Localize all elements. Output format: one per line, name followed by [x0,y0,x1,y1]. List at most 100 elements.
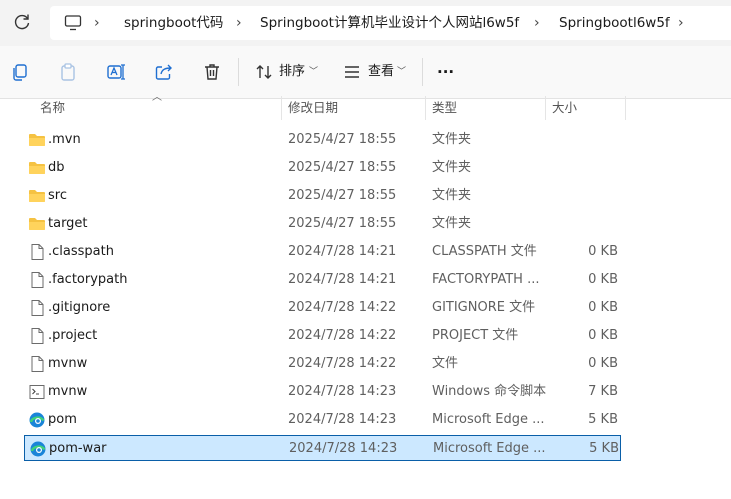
file-row[interactable]: .factorypath 2024/7/28 14:21 FACTORYPATH .… [24,267,621,293]
column-divider[interactable] [545,96,546,120]
file-name: .factorypath [48,272,128,287]
share-icon[interactable] [154,62,174,82]
sort-icon[interactable] [254,62,274,82]
file-size: 5 KB [589,441,619,456]
chevron-down-icon[interactable]: ﹀ [309,46,318,98]
file-name: pom-war [49,441,107,456]
column-header: 名称 修改日期 类型 大小 [0,96,731,120]
file-icon [28,355,46,373]
column-header-name[interactable]: 名称 [40,96,65,120]
breadcrumb-item[interactable]: Springboot计算机毕业设计个人网站l6w5f [260,6,519,40]
toolbar-divider [238,58,239,86]
breadcrumb-chevron-icon[interactable]: › [678,6,684,40]
file-date: 2024/7/28 14:23 [288,412,397,427]
edge-icon [29,440,47,458]
file-size [550,127,618,153]
file-name: .classpath [48,244,114,259]
view-icon[interactable] [342,62,362,82]
delete-icon[interactable] [202,62,222,82]
file-icon [28,271,46,289]
file-name: mvnw [48,384,88,399]
toolbar-divider [422,58,423,86]
breadcrumb-chevron-icon[interactable]: › [534,6,540,40]
command-bar: 排序 ﹀ 查看 ﹀ ··· [0,46,731,99]
refresh-icon[interactable] [12,12,32,32]
file-size: 0 KB [588,356,618,371]
breadcrumb-item[interactable]: Springbootl6w5f [559,6,670,40]
file-row[interactable]: .mvn 2025/4/27 18:55 文件夹 [24,127,621,153]
column-header-type[interactable]: 类型 [432,96,457,120]
file-name: mvnw [48,356,88,371]
folder-icon [28,131,46,149]
this-pc-icon[interactable] [64,15,82,31]
column-header-date[interactable]: 修改日期 [288,96,338,120]
file-type: 文件夹 [432,188,472,203]
file-row-selected[interactable]: pom-war 2024/7/28 14:23 Microsoft Edge ...… [24,435,621,461]
file-row[interactable]: mvnw 2024/7/28 14:23 Windows 命令脚本 7 KB [24,379,621,405]
file-name: .gitignore [48,300,111,315]
file-date: 2024/7/28 14:23 [289,441,398,456]
file-date: 2024/7/28 14:23 [288,384,397,399]
folder-icon [28,187,46,205]
file-size: 0 KB [588,328,618,343]
file-size [550,211,618,237]
file-size [550,155,618,181]
file-row[interactable]: .classpath 2024/7/28 14:21 CLASSPATH 文件 0 K… [24,239,621,265]
folder-icon [28,159,46,177]
file-size: 0 KB [588,244,618,259]
sort-button-label[interactable]: 排序 [279,46,305,98]
more-options-button[interactable]: ··· [437,46,454,98]
file-date: 2025/4/27 18:55 [288,216,397,231]
file-type: GITIGNORE 文件 [432,300,536,315]
file-row[interactable]: target 2025/4/27 18:55 文件夹 [24,211,621,237]
file-type: Windows 命令脚本 [432,384,547,399]
file-type: Microsoft Edge ... [433,441,546,456]
file-type: 文件夹 [432,160,472,175]
file-date: 2024/7/28 14:22 [288,328,397,343]
file-size: 0 KB [588,300,618,315]
file-date: 2024/7/28 14:22 [288,300,397,315]
breadcrumb-chevron-icon[interactable]: › [94,6,100,40]
file-size: 5 KB [588,412,618,427]
file-type: PROJECT 文件 [432,328,519,343]
paste-icon[interactable] [58,62,78,82]
rename-icon[interactable] [106,62,126,82]
file-row[interactable]: src 2025/4/27 18:55 文件夹 [24,183,621,209]
column-divider[interactable] [625,96,626,120]
file-row[interactable]: .project 2024/7/28 14:22 PROJECT 文件 0 KB [24,323,621,349]
file-date: 2025/4/27 18:55 [288,188,397,203]
file-row[interactable]: .gitignore 2024/7/28 14:22 GITIGNORE 文件 0 K… [24,295,621,321]
file-row[interactable]: db 2025/4/27 18:55 文件夹 [24,155,621,181]
file-date: 2024/7/28 14:21 [288,244,397,259]
file-name: target [48,216,88,231]
file-name: db [48,160,65,175]
file-date: 2024/7/28 14:22 [288,356,397,371]
file-size: 7 KB [588,384,618,399]
file-size [550,183,618,209]
file-name: .mvn [48,132,81,147]
file-type: 文件 [432,356,459,371]
breadcrumb-chevron-icon[interactable]: › [236,6,242,40]
file-type: 文件夹 [432,216,472,231]
folder-icon [28,215,46,233]
column-header-size[interactable]: 大小 [552,96,577,120]
breadcrumb-item[interactable]: springboot代码 [124,6,223,40]
file-type: 文件夹 [432,132,472,147]
file-icon [28,299,46,317]
file-name: .project [48,328,98,343]
view-button-label[interactable]: 查看 [368,46,394,98]
file-size: 0 KB [588,272,618,287]
column-divider[interactable] [425,96,426,120]
file-type: FACTORYPATH ... [432,272,540,287]
file-type: CLASSPATH 文件 [432,244,537,259]
file-icon [28,327,46,345]
address-bar-area: › springboot代码 › Springboot计算机毕业设计个人网站l6… [0,0,731,46]
breadcrumb[interactable]: › springboot代码 › Springboot计算机毕业设计个人网站l6… [50,6,731,40]
chevron-down-icon[interactable]: ﹀ [397,46,406,98]
file-row[interactable]: pom 2024/7/28 14:23 Microsoft Edge ... 5 KB [24,407,621,433]
copy-icon[interactable] [10,62,30,82]
column-divider[interactable] [281,96,282,120]
file-row[interactable]: mvnw 2024/7/28 14:22 文件 0 KB [24,351,621,377]
file-date: 2024/7/28 14:21 [288,272,397,287]
edge-icon [28,411,46,429]
